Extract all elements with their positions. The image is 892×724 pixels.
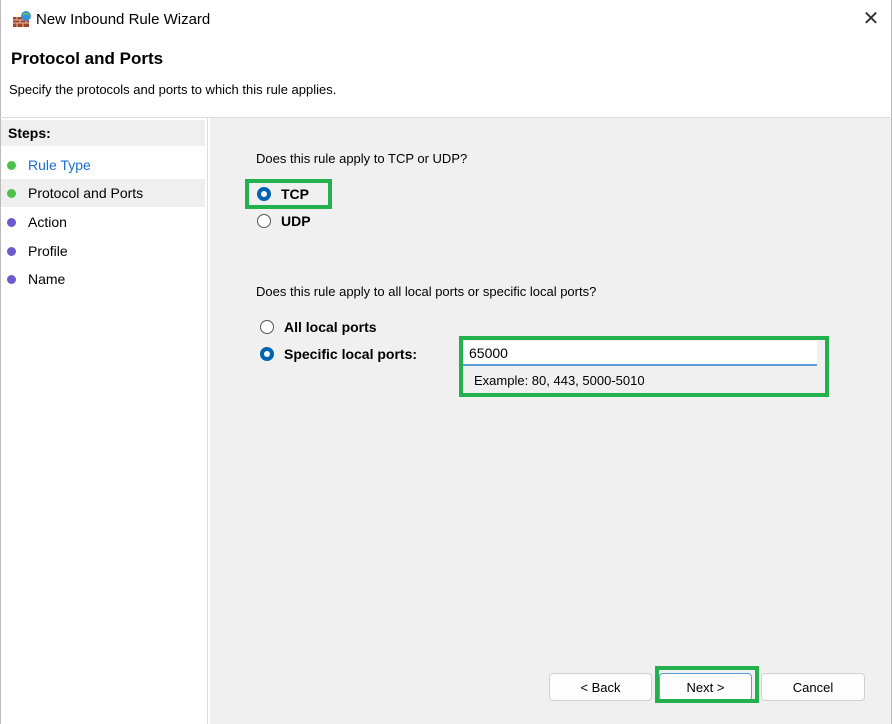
- specific-local-ports-radio[interactable]: [260, 347, 274, 361]
- all-local-ports-radio[interactable]: [260, 320, 274, 334]
- step-action: Action: [1, 208, 205, 236]
- step-label: Name: [28, 271, 66, 287]
- ports-highlight: [459, 336, 829, 397]
- step-pending-icon: [7, 247, 16, 256]
- tcp-highlight: [245, 179, 332, 209]
- cancel-button[interactable]: Cancel: [761, 673, 865, 701]
- udp-radio[interactable]: [257, 214, 271, 228]
- step-pending-icon: [7, 218, 16, 227]
- page-title: Protocol and Ports: [11, 49, 164, 68]
- protocol-question: Does this rule apply to TCP or UDP?: [256, 151, 468, 166]
- step-pending-icon: [7, 275, 16, 284]
- all-local-ports-label[interactable]: All local ports: [284, 319, 377, 335]
- step-rule-type[interactable]: Rule Type: [1, 151, 205, 179]
- back-button[interactable]: < Back: [549, 673, 652, 701]
- step-done-icon: [7, 189, 16, 198]
- step-profile: Profile: [1, 237, 205, 265]
- step-label: Rule Type: [28, 157, 91, 173]
- steps-heading: Steps:: [1, 120, 205, 146]
- step-label: Profile: [28, 243, 68, 259]
- step-protocol-and-ports: Protocol and Ports: [1, 179, 205, 207]
- step-label: Action: [28, 214, 67, 230]
- ports-question: Does this rule apply to all local ports …: [256, 284, 597, 299]
- udp-label[interactable]: UDP: [281, 213, 311, 229]
- firewall-icon: [12, 10, 32, 28]
- step-done-icon: [7, 161, 16, 170]
- step-name: Name: [1, 265, 205, 293]
- step-label: Protocol and Ports: [28, 185, 144, 201]
- close-button[interactable]: ✕: [858, 6, 884, 32]
- window-title: New Inbound Rule Wizard: [36, 11, 211, 28]
- next-highlight: [655, 666, 759, 703]
- specific-local-ports-label[interactable]: Specific local ports:: [284, 346, 417, 362]
- page-subtitle: Specify the protocols and ports to which…: [9, 82, 337, 97]
